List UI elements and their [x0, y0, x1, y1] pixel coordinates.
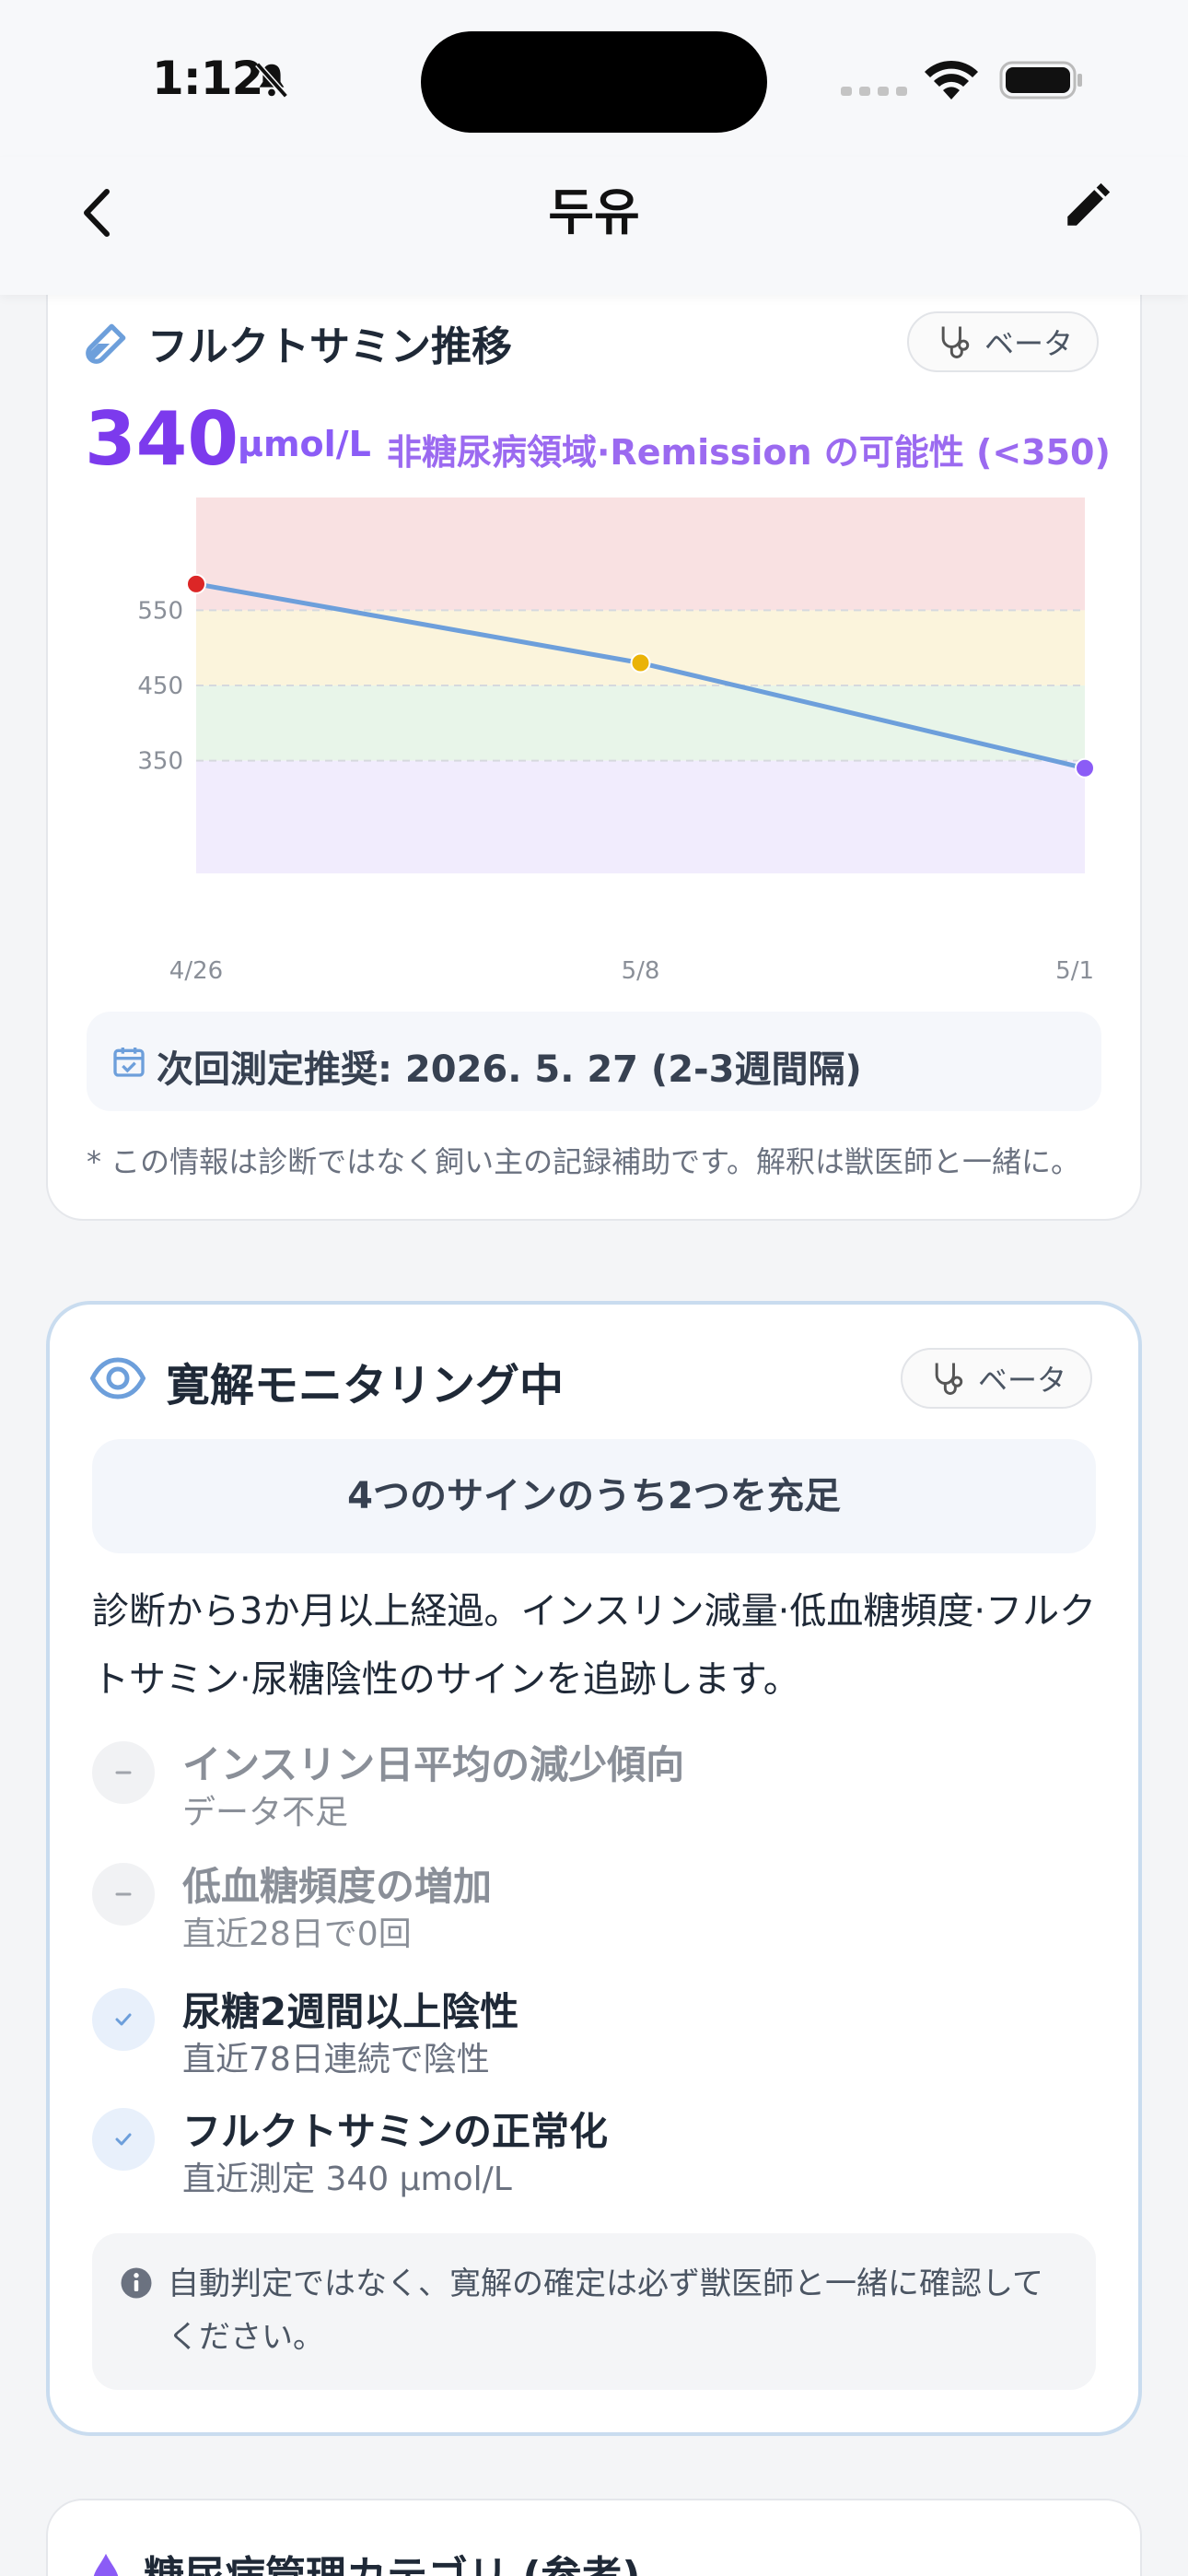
fructosamine-unit: μmol/L [238, 424, 371, 464]
dash-icon [92, 1863, 155, 1926]
sign-name: 尿糖2週間以上陰性 [182, 1989, 519, 2034]
beta-badge-label: ベータ [978, 1363, 1067, 1398]
data-point [186, 573, 206, 594]
chart-band [196, 760, 1085, 873]
chart-band [196, 610, 1085, 685]
data-point [1075, 757, 1095, 779]
y-tick-label: 550 [137, 597, 183, 625]
sign-detail: 直近78日連続で陰性 [182, 2041, 490, 2078]
sign-item: 尿糖2週間以上陰性 直近78日連続で陰性 [92, 1981, 1013, 2091]
info-icon [121, 2267, 152, 2299]
beta-badge[interactable]: ベータ [907, 311, 1100, 372]
vet-note-text: 自動判定ではなく、寛解の確定は必ず獣医師と一緒に確認してください。 [168, 2266, 1043, 2356]
x-tick-label: 5/1 [1055, 957, 1094, 985]
beta-badge-2[interactable]: ベータ [901, 1348, 1093, 1409]
disclaimer-text: * この情報は診断ではなく飼い主の記録補助です。解釈は獣医師と一緒に。 [87, 1144, 1080, 1179]
sign-name: 低血糖頻度の増加 [182, 1864, 493, 1909]
sign-item: 低血糖頻度の増加 直近28日で0回 [92, 1856, 1013, 1966]
fructosamine-value: 340 [85, 396, 239, 482]
drop-icon [93, 2553, 119, 2576]
navigation-bar: 두유 [0, 157, 1188, 295]
stethoscope-icon [935, 1363, 963, 1395]
fructosamine-title: フルクトサミン推移 [147, 323, 512, 370]
page-title: 두유 [548, 183, 640, 241]
status-bar: 1:12 [0, 0, 1188, 157]
eye-icon [90, 1357, 146, 1399]
chart-band [196, 498, 1085, 611]
chart-band [196, 685, 1085, 761]
status-time: 1:12 [152, 52, 263, 105]
category-title: 糖尿病管理カテゴリ (参考) [144, 2543, 641, 2576]
vet-note-box: 自動判定ではなく、寛解の確定は必ず獣医師と一緒に確認してください。 [92, 2233, 1096, 2390]
sign-detail: 直近測定 340 μmol/L [182, 2160, 512, 2198]
stethoscope-icon [941, 326, 970, 358]
sign-item: フルクトサミンの正常化 直近測定 340 μmol/L [92, 2101, 1013, 2211]
check-icon [92, 1988, 155, 2051]
remission-title: 寛解モニタリング中 [166, 1360, 565, 1411]
next-measurement-text: 次回測定推奨: 2026. 5. 27 (2-3週間隔) [157, 1048, 862, 1091]
dash-icon [92, 1741, 155, 1804]
wifi-icon [925, 60, 978, 100]
x-tick-label: 5/8 [622, 957, 660, 985]
remission-description: 診断から3か月以上経過。インスリン減量·低血糖頻度·フルクトサミン·尿糖陰性のサ… [92, 1590, 1097, 1701]
check-icon [92, 2108, 155, 2171]
signal-icon [841, 87, 907, 96]
fructosamine-status: 非糖尿病領域·Remission の可能性 (<350) [387, 432, 1111, 473]
y-tick-label: 350 [137, 748, 183, 776]
y-tick-label: 450 [137, 673, 183, 700]
signs-summary: 4つのサインのうち2つを充足 [92, 1439, 1096, 1553]
data-point [630, 652, 651, 673]
test-tube-icon [86, 323, 126, 364]
x-tick-label: 4/26 [169, 957, 223, 985]
sign-detail: データ不足 [182, 1794, 349, 1832]
edit-pencil-icon[interactable] [1061, 179, 1114, 232]
sign-item: インスリン日平均の減少傾向 データ不足 [92, 1734, 1013, 1844]
battery-icon [999, 61, 1082, 100]
sign-detail: 直近28日で0回 [182, 1915, 412, 1953]
bell-slash-icon [255, 62, 288, 99]
calendar-icon [113, 1048, 145, 1077]
next-measurement-box: 次回測定推奨: 2026. 5. 27 (2-3週間隔) [87, 1012, 1101, 1111]
sign-name: インスリン日平均の減少傾向 [182, 1742, 685, 1787]
fructosamine-chart: 550 450 350 4/26 5/8 5/1 [137, 498, 1095, 985]
dynamic-island [421, 31, 767, 133]
sign-name: フルクトサミンの正常化 [182, 2109, 609, 2154]
beta-badge-label: ベータ [984, 326, 1074, 361]
